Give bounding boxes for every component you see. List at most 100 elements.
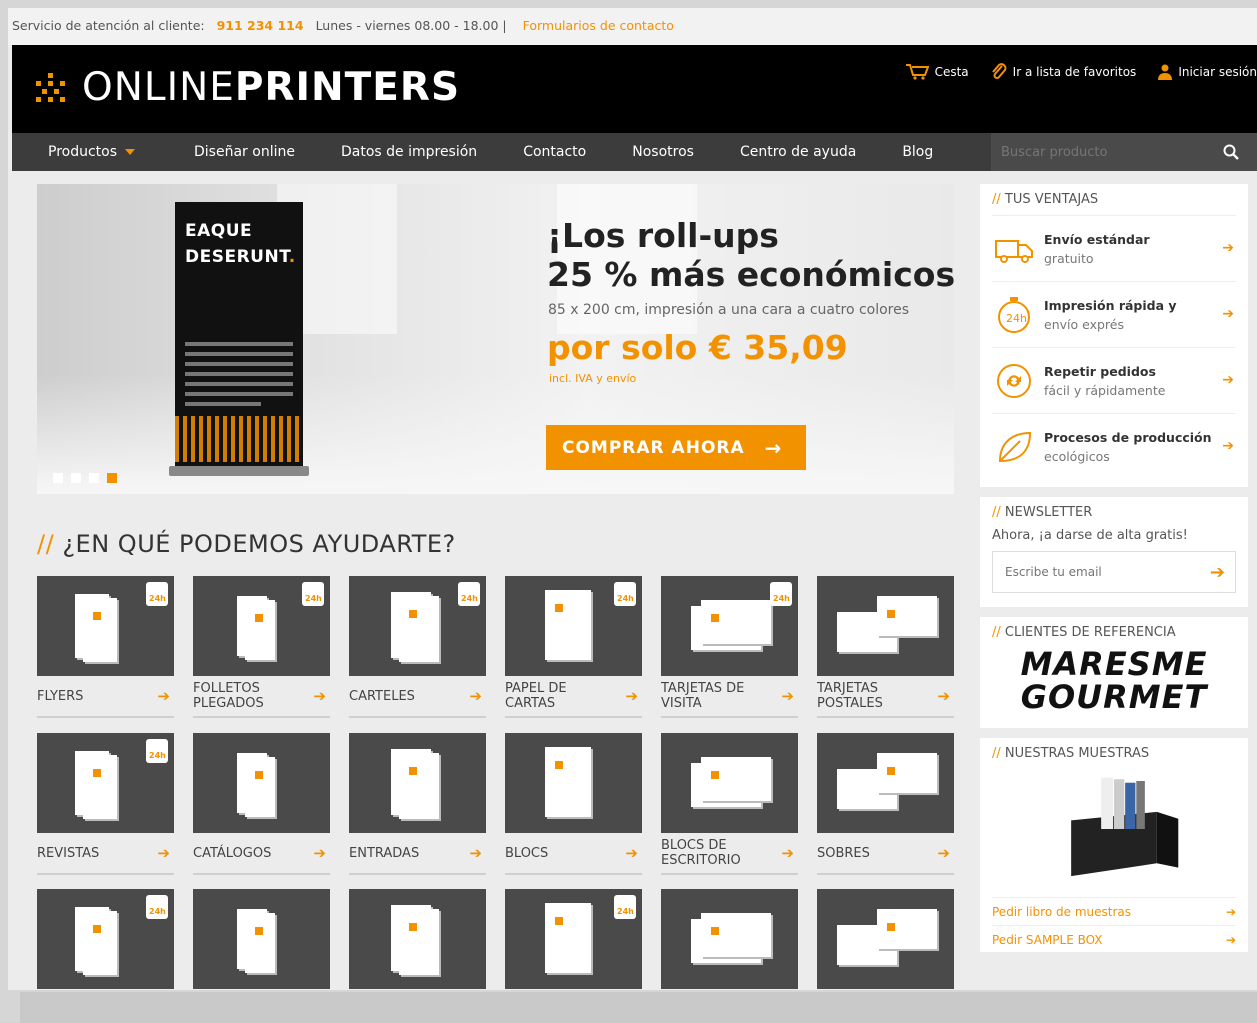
badge-text: 24h xyxy=(773,594,790,603)
banner-headline-line1: ¡Los roll-ups xyxy=(547,216,779,255)
arrow-right-icon: ➔ xyxy=(937,686,950,705)
cart-link[interactable]: Cesta xyxy=(905,63,969,81)
arrow-right-icon: ➔ xyxy=(469,686,482,705)
banner-subtitle: 85 x 200 cm, impresión a una cara a cuat… xyxy=(548,302,910,318)
express-24h-badge-icon: 24h xyxy=(146,582,168,606)
product-tile[interactable] xyxy=(661,889,798,989)
search-box xyxy=(991,133,1257,171)
site-logo[interactable]: ONLINEPRINTERS xyxy=(36,65,460,110)
product-tile[interactable]: ENTRADAS ➔ xyxy=(349,733,486,875)
advantage-free-shipping[interactable]: Envío estándar gratuito ➔ xyxy=(992,215,1236,281)
search-icon[interactable] xyxy=(1223,144,1239,160)
title-slash: // xyxy=(37,530,55,558)
product-label-row[interactable]: BLOCS ➔ xyxy=(505,833,642,875)
arrow-right-icon: ➔ xyxy=(313,843,326,862)
order-sample-book-link[interactable]: Pedir libro de muestras ➔ xyxy=(992,897,1236,925)
product-tile[interactable] xyxy=(349,889,486,989)
service-hours: Lunes - viernes 08.00 - 18.00 | xyxy=(315,18,507,33)
banner-headline: ¡Los roll-ups 25 % más económicos! xyxy=(547,216,954,294)
product-tile[interactable]: 24h PAPEL DE CARTAS ➔ xyxy=(505,576,642,718)
product-tile[interactable]: CATÁLOGOS ➔ xyxy=(193,733,330,875)
newsletter-box: // NEWSLETTER Ahora, ¡a darse de alta gr… xyxy=(980,497,1248,607)
product-tile[interactable] xyxy=(817,889,954,989)
product-label-row[interactable]: PAPEL DE CARTAS ➔ xyxy=(505,676,642,718)
banner-headline-line2: 25 % más económicos! xyxy=(547,255,954,294)
product-tile[interactable]: 24h REVISTAS ➔ xyxy=(37,733,174,875)
hero-banner[interactable]: EAQUE DESERUNT. ¡Los roll-ups 25 % más eco… xyxy=(37,184,954,494)
login-link[interactable]: Iniciar sesión xyxy=(1158,63,1257,81)
product-image xyxy=(349,733,486,833)
contact-forms-link[interactable]: Formularios de contacto xyxy=(523,18,674,33)
product-label-row[interactable]: FLYERS ➔ xyxy=(37,676,174,718)
express-24h-badge-icon: 24h xyxy=(458,582,480,606)
product-tile[interactable]: SOBRES ➔ xyxy=(817,733,954,875)
product-tile[interactable]: BLOCS ➔ xyxy=(505,733,642,875)
carousel-dot[interactable] xyxy=(53,473,63,483)
advantage-reorder[interactable]: Repetir pedidos fácil y rápidamente ➔ xyxy=(992,347,1236,413)
paperclip-icon xyxy=(991,63,1007,79)
product-tile[interactable]: TARJETAS POSTALES ➔ xyxy=(817,576,954,718)
sample-box-image xyxy=(1071,777,1179,877)
advantages-box: // TUS VENTAJAS Envío estándar gratuito ➔… xyxy=(980,184,1248,487)
nav-item-print-data[interactable]: Datos de impresión xyxy=(318,133,500,171)
clients-box: // CLIENTES DE REFERENCIA MARESME GOURMET xyxy=(980,617,1248,728)
product-image: 24h xyxy=(349,576,486,676)
advantage-express[interactable]: 24h Impresión rápida y envío exprés ➔ xyxy=(992,281,1236,347)
advantage-eco[interactable]: Procesos de producción ecológicos ➔ xyxy=(992,413,1236,479)
newsletter-email-input[interactable] xyxy=(993,552,1183,592)
badge-text: 24h xyxy=(461,594,478,603)
product-label-row[interactable]: ENTRADAS ➔ xyxy=(349,833,486,875)
buy-now-label: COMPRAR AHORA xyxy=(562,437,745,458)
nav-item-help-center[interactable]: Centro de ayuda xyxy=(717,133,879,171)
favorites-link[interactable]: Ir a lista de favoritos xyxy=(991,63,1136,81)
product-tile[interactable]: 24h xyxy=(505,889,642,989)
product-label-row[interactable]: TARJETAS DE VISITA ➔ xyxy=(661,676,798,718)
help-section-title: // ¿EN QUÉ PODEMOS AYUDARTE? xyxy=(37,530,456,558)
sample-link-label: Pedir SAMPLE BOX xyxy=(992,932,1103,947)
newsletter-submit-arrow-icon[interactable]: ➔ xyxy=(1210,562,1225,583)
order-sample-box-link[interactable]: Pedir SAMPLE BOX ➔ xyxy=(992,925,1236,953)
leaf-icon xyxy=(998,431,1032,462)
nav-item-design-online[interactable]: Diseñar online xyxy=(171,133,318,171)
service-phone[interactable]: 911 234 114 xyxy=(217,18,304,33)
product-label-row[interactable]: BLOCS DE ESCRITORIO ➔ xyxy=(661,833,798,875)
buy-now-button[interactable]: COMPRAR AHORA → xyxy=(546,425,806,470)
express-24h-badge-icon: 24h xyxy=(146,739,168,763)
product-label-row[interactable]: REVISTAS ➔ xyxy=(37,833,174,875)
product-label-row[interactable]: CATÁLOGOS ➔ xyxy=(193,833,330,875)
truck-icon xyxy=(995,239,1033,263)
product-tile[interactable]: 24h FLYERS ➔ xyxy=(37,576,174,718)
nav-item-contact[interactable]: Contacto xyxy=(500,133,609,171)
arrow-right-icon: ➔ xyxy=(1222,306,1234,322)
product-label-row[interactable]: CARTELES ➔ xyxy=(349,676,486,718)
window-bottom-edge xyxy=(20,992,1257,1023)
product-label-row[interactable]: FOLLETOS PLEGADOS ➔ xyxy=(193,676,330,718)
product-tile[interactable]: BLOCS DE ESCRITORIO ➔ xyxy=(661,733,798,875)
rollup-stand xyxy=(169,466,309,476)
product-label-row[interactable]: TARJETAS POSTALES ➔ xyxy=(817,676,954,718)
service-label: Servicio de atención al cliente: xyxy=(12,18,205,33)
product-label: REVISTAS xyxy=(37,845,100,861)
product-label: FOLLETOS PLEGADOS xyxy=(193,681,264,711)
caret-down-icon xyxy=(125,149,136,155)
sidebar: // TUS VENTAJAS Envío estándar gratuito ➔… xyxy=(980,184,1248,962)
nav-item-about[interactable]: Nosotros xyxy=(609,133,717,171)
client-logo-maresme-gourmet[interactable]: MARESME GOURMET xyxy=(992,648,1236,714)
nav-item-products[interactable]: Productos xyxy=(12,133,172,171)
advantage-title: Procesos de producción xyxy=(1044,429,1212,445)
product-tile[interactable] xyxy=(193,889,330,989)
carousel-dot-active[interactable] xyxy=(107,473,117,483)
product-tile[interactable]: 24h xyxy=(37,889,174,989)
nav-item-blog[interactable]: Blog xyxy=(879,133,956,171)
product-image xyxy=(193,889,330,989)
product-label-row[interactable]: SOBRES ➔ xyxy=(817,833,954,875)
product-image xyxy=(193,733,330,833)
carousel-dot[interactable] xyxy=(71,473,81,483)
page: Servicio de atención al cliente: 911 234… xyxy=(8,8,1257,990)
search-input[interactable] xyxy=(1001,144,1211,160)
cart-label: Cesta xyxy=(934,65,969,79)
product-tile[interactable]: 24h TARJETAS DE VISITA ➔ xyxy=(661,576,798,718)
product-tile[interactable]: 24h CARTELES ➔ xyxy=(349,576,486,718)
product-tile[interactable]: 24h FOLLETOS PLEGADOS ➔ xyxy=(193,576,330,718)
carousel-dot[interactable] xyxy=(89,473,99,483)
